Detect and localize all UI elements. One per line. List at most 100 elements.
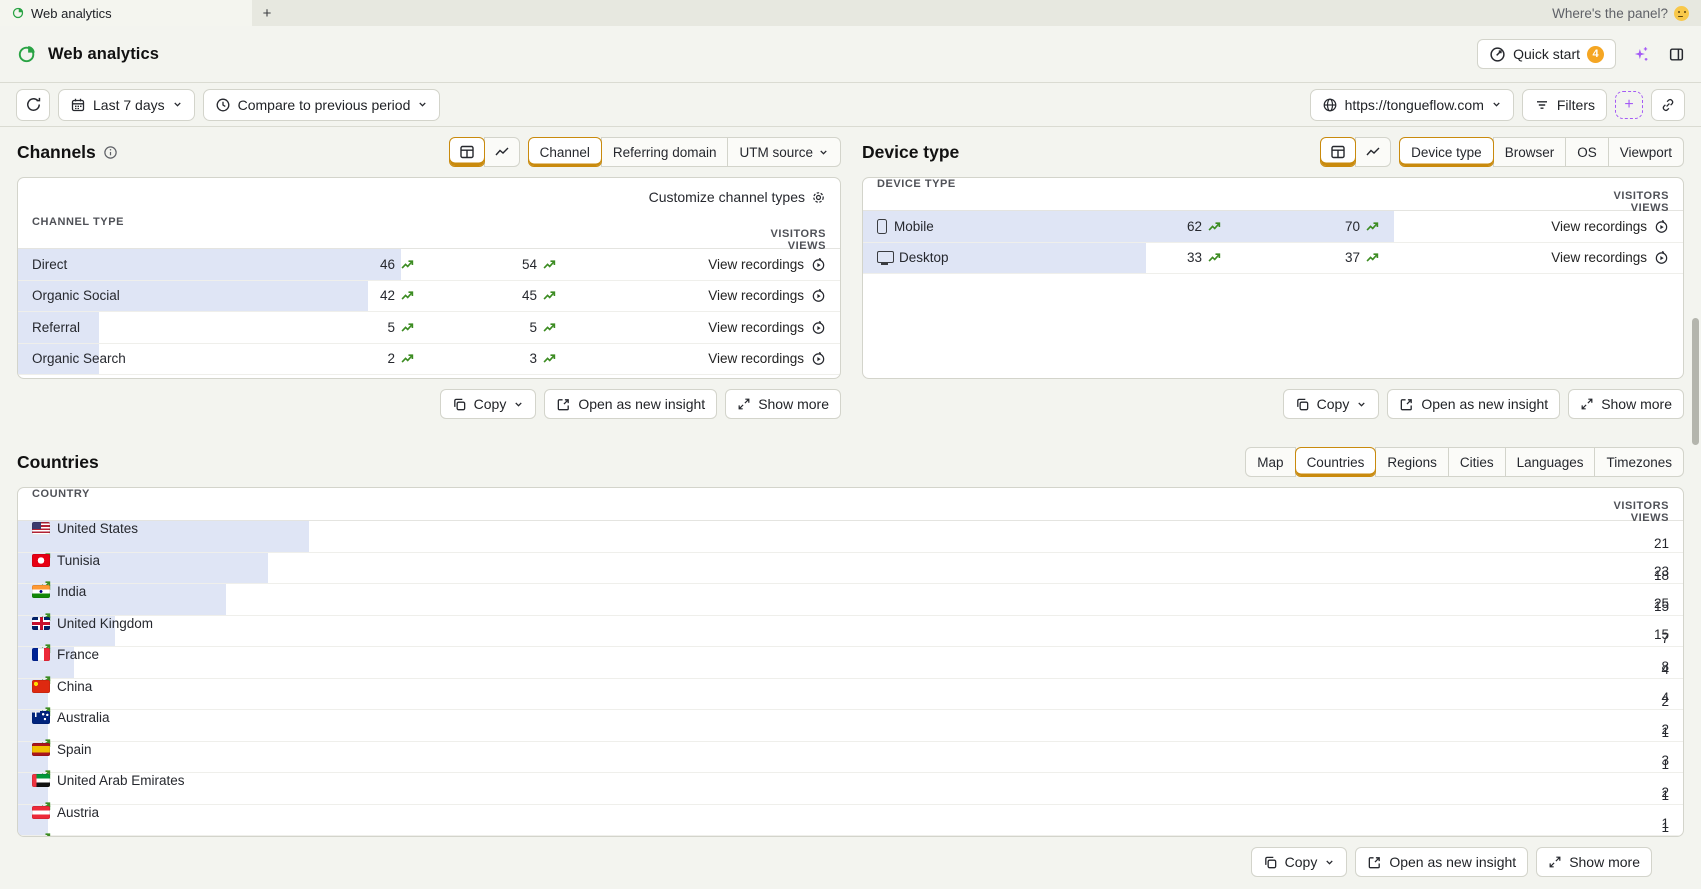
col-header-visitors: VISITORS: [1613, 500, 1669, 512]
copy-label: Copy: [1316, 396, 1350, 412]
globe-icon: [1322, 97, 1338, 113]
tab-label: Channel: [539, 144, 590, 160]
show-more-button[interactable]: Show more: [1568, 389, 1684, 419]
table-row-organic-search[interactable]: Organic Search 2 3 View recordings: [18, 343, 840, 375]
channels-tab-utm-source[interactable]: UTM source: [727, 137, 841, 167]
table-row-united-kingdom[interactable]: United Kingdom 7 8: [18, 615, 1683, 685]
view-recordings-link[interactable]: View recordings: [1384, 219, 1669, 234]
countries-tab-map[interactable]: Map: [1245, 447, 1296, 477]
domain-selector-button[interactable]: https://tongueflow.com: [1309, 88, 1514, 121]
device-type-title: Device type: [862, 141, 960, 162]
countries-tab-regions[interactable]: Regions: [1375, 447, 1449, 477]
copy-button[interactable]: Copy: [439, 389, 537, 419]
table-row-france[interactable]: France 4 4: [18, 647, 1683, 716]
toggle-side-panel-button[interactable]: [1666, 44, 1687, 65]
ai-assistant-button[interactable]: [1630, 43, 1652, 65]
channels-tab-referring-domain[interactable]: Referring domain: [600, 137, 729, 167]
device-table-view-button[interactable]: [1320, 137, 1357, 167]
device-tab-viewport[interactable]: Viewport: [1607, 137, 1684, 167]
view-recordings-link[interactable]: View recordings: [561, 288, 826, 303]
play-recording-icon: [811, 320, 826, 335]
chevron-down-icon: [1491, 99, 1502, 110]
trend-up-icon: [395, 321, 419, 334]
play-recording-icon: [811, 351, 826, 366]
row-name: Direct: [32, 257, 275, 272]
tab-label: Cities: [1459, 454, 1494, 470]
table-row-direct[interactable]: Direct 46 54 View recordings: [18, 249, 840, 281]
customize-channel-types-link[interactable]: Customize channel types: [649, 189, 805, 205]
show-more-button[interactable]: Show more: [1536, 847, 1652, 877]
device-tab-browser[interactable]: Browser: [1492, 137, 1567, 167]
new-tab-button[interactable]: +: [252, 0, 282, 26]
row-name: Desktop: [877, 250, 1097, 265]
refresh-button[interactable]: [16, 88, 50, 121]
compare-period-button[interactable]: Compare to previous period: [202, 88, 441, 121]
device-tab-os[interactable]: OS: [1565, 137, 1609, 167]
info-icon[interactable]: [103, 145, 118, 160]
table-row-spain[interactable]: Spain 1 2: [18, 741, 1683, 811]
tab-label: Device type: [1411, 144, 1482, 160]
quick-start-count-badge: 4: [1587, 45, 1604, 63]
table-row-india[interactable]: India 15 15: [18, 584, 1683, 653]
view-recordings-link[interactable]: View recordings: [561, 320, 826, 335]
tab-web-analytics[interactable]: Web analytics: [0, 0, 252, 26]
table-row-tunisia[interactable]: Tunisia 18 25: [18, 552, 1683, 622]
domain-label: https://tongueflow.com: [1344, 96, 1484, 113]
gear-icon[interactable]: [811, 190, 826, 205]
copy-button[interactable]: Copy: [1250, 847, 1348, 877]
open-as-new-insight-button[interactable]: Open as new insight: [1387, 389, 1561, 419]
views-value: 5: [529, 319, 537, 335]
chevron-down-icon: [818, 147, 829, 158]
countries-tab-cities[interactable]: Cities: [1447, 447, 1506, 477]
channels-trend-view-button[interactable]: [483, 137, 520, 167]
table-row-mobile[interactable]: Mobile 62 70 View recordings: [863, 211, 1683, 243]
open-as-new-insight-button[interactable]: Open as new insight: [1355, 847, 1529, 877]
channels-tab-channel[interactable]: Channel: [527, 137, 602, 167]
expand-icon: [737, 397, 751, 411]
show-more-button[interactable]: Show more: [725, 389, 841, 419]
table-row-united-arab-emirates[interactable]: United Arab Emirates 1 1: [18, 773, 1683, 836]
quick-start-button[interactable]: Quick start 4: [1477, 39, 1616, 69]
table-row-organic-social[interactable]: Organic Social 42 45 View recordings: [18, 280, 840, 312]
date-range-button[interactable]: Last 7 days: [58, 88, 195, 121]
countries-tab-timezones[interactable]: Timezones: [1594, 447, 1684, 477]
tab-label: Browser: [1504, 144, 1555, 160]
countries-tab-languages[interactable]: Languages: [1504, 447, 1596, 477]
vertical-scrollbar[interactable]: [1692, 0, 1699, 889]
trend-up-icon: [1202, 220, 1226, 233]
open-as-new-insight-button[interactable]: Open as new insight: [544, 389, 718, 419]
channels-table-view-button[interactable]: [448, 137, 485, 167]
row-name: Organic Search: [32, 351, 275, 366]
share-link-button[interactable]: [1651, 88, 1685, 121]
panel-hint: Where's the panel?: [1552, 0, 1701, 26]
thinking-face-emoji: [1674, 5, 1689, 21]
view-recordings-link[interactable]: View recordings: [561, 257, 826, 272]
copy-button[interactable]: Copy: [1282, 389, 1380, 419]
calendar-icon: [70, 97, 86, 113]
table-icon: [1330, 144, 1346, 160]
tab-label: Countries: [1306, 454, 1365, 470]
view-recordings-link[interactable]: View recordings: [1384, 250, 1669, 265]
view-recordings-label: View recordings: [708, 319, 804, 335]
device-tab-device-type[interactable]: Device type: [1399, 137, 1494, 167]
page-title: Web analytics: [48, 44, 160, 63]
table-row-referral[interactable]: Referral 5 5 View recordings: [18, 312, 840, 344]
add-filter-button[interactable]: +: [1615, 90, 1643, 119]
table-row-united-states[interactable]: United States 21 23: [18, 521, 1683, 590]
table-row-desktop[interactable]: Desktop 33 37 View recordings: [863, 242, 1683, 274]
device-trend-view-button[interactable]: [1355, 137, 1392, 167]
countries-tab-countries[interactable]: Countries: [1294, 447, 1377, 477]
table-row-china[interactable]: China 2 2: [18, 678, 1683, 748]
scrollbar-thumb[interactable]: [1692, 318, 1699, 445]
flag-us-icon: [32, 522, 50, 535]
view-recordings-link[interactable]: View recordings: [561, 351, 826, 366]
trend-up-icon: [395, 352, 419, 365]
table-row-austria[interactable]: Austria11: [18, 804, 1683, 836]
trend-up-icon: [1360, 251, 1384, 264]
trend-up-icon: [537, 352, 561, 365]
table-icon: [459, 144, 475, 160]
filters-button[interactable]: Filters: [1521, 88, 1607, 121]
table-row-australia[interactable]: Australia 1 3: [18, 710, 1683, 779]
views-value: 54: [521, 256, 537, 272]
trend-line-icon: [494, 144, 510, 160]
